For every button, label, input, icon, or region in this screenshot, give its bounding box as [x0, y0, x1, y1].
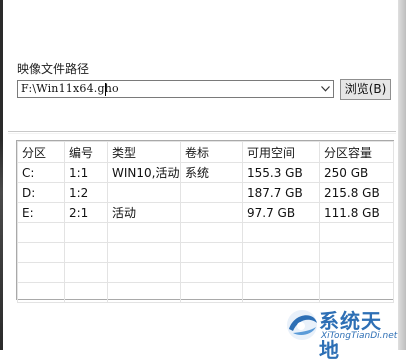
cell-empty	[319, 222, 394, 243]
cell-capacity: 215.8 GB	[319, 182, 394, 203]
cell-free-space: 187.7 GB	[242, 182, 320, 203]
cell-empty	[107, 282, 181, 303]
cell-label	[180, 182, 243, 203]
cell-empty	[242, 282, 320, 303]
cell-empty	[107, 242, 181, 263]
cell-free-space: 155.3 GB	[242, 162, 320, 183]
cell-empty	[17, 222, 65, 243]
group-divider	[8, 131, 396, 132]
cell-type: 活动	[107, 202, 181, 223]
watermark-subtitle: XiTongTianDi.net	[321, 331, 398, 341]
table-row-empty[interactable]	[17, 242, 394, 263]
table-row-empty[interactable]	[17, 262, 394, 283]
table-row[interactable]: C: 1:1 WIN10,活动 系统 155.3 GB 250 GB	[17, 162, 394, 183]
table-row-empty[interactable]	[17, 222, 394, 243]
cell-number: 1:2	[64, 182, 108, 203]
cell-empty	[64, 282, 108, 303]
cell-empty	[17, 282, 65, 303]
chevron-down-icon[interactable]	[317, 81, 333, 97]
watermark-logo-icon	[287, 310, 317, 340]
cell-partition: E:	[17, 202, 65, 223]
cell-empty	[242, 222, 320, 243]
cell-empty	[180, 222, 243, 243]
col-header-capacity[interactable]: 分区容量	[319, 141, 394, 163]
cell-free-space: 97.7 GB	[242, 202, 320, 223]
cell-type: WIN10,活动	[107, 162, 181, 183]
cell-empty	[17, 242, 65, 263]
cell-number: 1:1	[64, 162, 108, 183]
cell-empty	[242, 242, 320, 263]
col-header-type[interactable]: 类型	[107, 141, 181, 163]
text-cursor	[105, 83, 106, 96]
cell-partition: D:	[17, 182, 65, 203]
table-header-row: 分区 编号 类型 卷标 可用空间 分区容量	[17, 141, 394, 163]
cell-empty	[319, 242, 394, 263]
group-divider-highlight	[8, 133, 396, 134]
cell-empty	[64, 242, 108, 263]
browse-button[interactable]: 浏览(B)	[340, 79, 391, 100]
partition-table[interactable]: 分区 编号 类型 卷标 可用空间 分区容量 C: 1:1 WIN10,活动 系统…	[16, 140, 394, 303]
right-edge-bar	[398, 0, 406, 350]
table-row[interactable]: E: 2:1 活动 97.7 GB 111.8 GB	[17, 202, 394, 223]
table-row-empty[interactable]	[17, 282, 394, 303]
cell-empty	[180, 262, 243, 283]
image-path-label: 映像文件路径	[17, 62, 90, 76]
cell-empty	[107, 222, 181, 243]
table-row[interactable]: D: 1:2 187.7 GB 215.8 GB	[17, 182, 394, 203]
cell-empty	[319, 262, 394, 283]
col-header-free-space[interactable]: 可用空间	[242, 141, 320, 163]
cell-empty	[180, 242, 243, 263]
cell-empty	[242, 262, 320, 283]
cell-type	[107, 182, 181, 203]
cell-partition: C:	[17, 162, 65, 183]
col-header-number[interactable]: 编号	[64, 141, 108, 163]
col-header-partition[interactable]: 分区	[17, 141, 65, 163]
cell-empty	[64, 222, 108, 243]
cell-capacity: 111.8 GB	[319, 202, 394, 223]
cell-label	[180, 202, 243, 223]
partition-grid: 分区 编号 类型 卷标 可用空间 分区容量 C: 1:1 WIN10,活动 系统…	[17, 141, 394, 303]
col-header-label[interactable]: 卷标	[180, 141, 243, 163]
cell-empty	[319, 282, 394, 303]
cell-label: 系统	[180, 162, 243, 183]
image-path-combobox[interactable]: F:\Win11x64.gho	[17, 80, 334, 98]
cell-empty	[107, 262, 181, 283]
cell-empty	[64, 262, 108, 283]
left-edge-bar	[0, 0, 3, 350]
cell-empty	[180, 282, 243, 303]
cell-capacity: 250 GB	[319, 162, 394, 183]
cell-empty	[17, 262, 65, 283]
site-watermark: 系统天地 XiTongTianDi.net	[282, 303, 398, 362]
cell-number: 2:1	[64, 202, 108, 223]
